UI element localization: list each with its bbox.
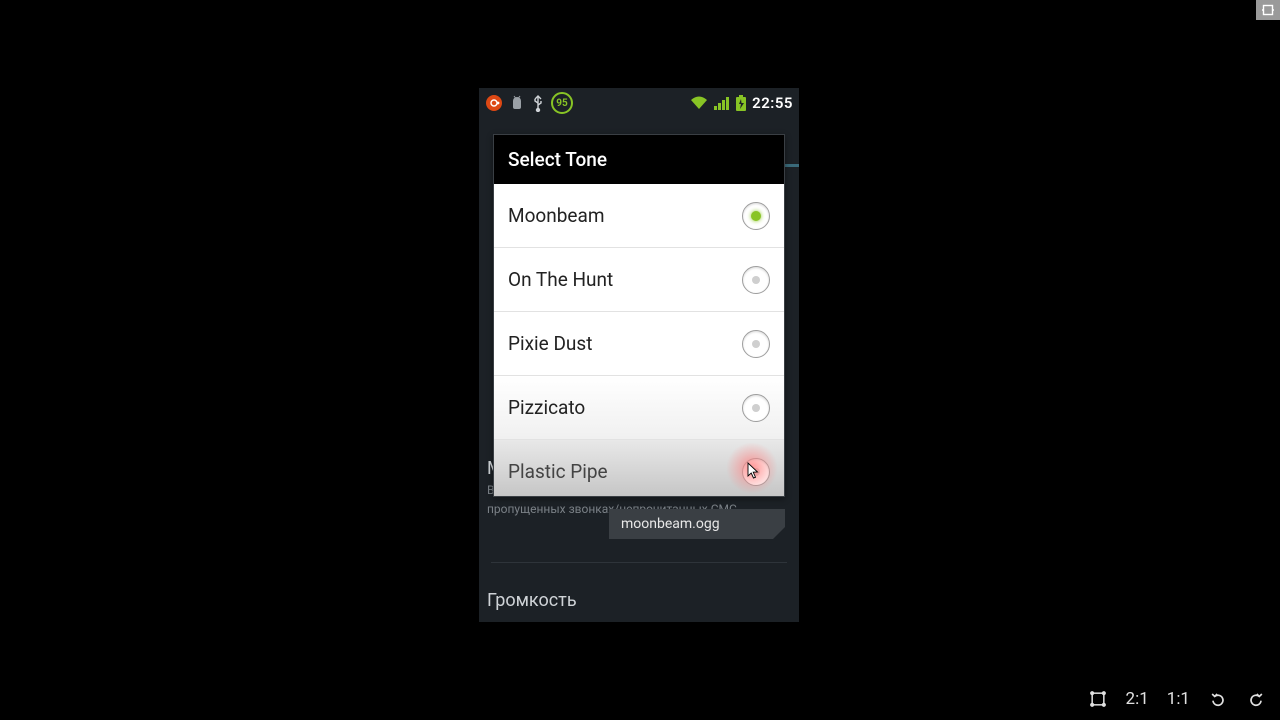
status-clock: 22:55 <box>752 94 793 112</box>
setting-row-volume[interactable]: Громкость <box>487 590 791 611</box>
tone-label: Pizzicato <box>508 396 585 419</box>
select-tone-dialog: Select Tone Moonbeam On The Hunt Pixie D… <box>493 134 785 497</box>
tone-list[interactable]: Moonbeam On The Hunt Pixie Dust Pizzicat… <box>494 184 784 496</box>
tone-item-plastic-pipe[interactable]: Plastic Pipe <box>494 440 784 496</box>
radio-icon[interactable] <box>742 458 770 486</box>
zoom-ratio-2-1[interactable]: 2:1 <box>1126 689 1149 709</box>
ubuntu-icon <box>485 94 503 112</box>
tone-item-moonbeam[interactable]: Moonbeam <box>494 184 784 248</box>
battery-charging-icon <box>736 95 746 111</box>
rotate-right-icon[interactable] <box>1246 689 1266 709</box>
tone-label: Pixie Dust <box>508 332 592 355</box>
android-debug-icon <box>509 95 525 111</box>
setting-title: Громкость <box>487 590 791 611</box>
signal-icon <box>714 96 730 110</box>
tooltip: moonbeam.ogg <box>609 509 785 539</box>
tone-label: Plastic Pipe <box>508 460 608 483</box>
radio-icon[interactable] <box>742 330 770 358</box>
radio-icon[interactable] <box>742 202 770 230</box>
tooltip-text: moonbeam.ogg <box>621 516 720 532</box>
tone-label: Moonbeam <box>508 204 605 227</box>
tone-item-on-the-hunt[interactable]: On The Hunt <box>494 248 784 312</box>
tone-item-pixie-dust[interactable]: Pixie Dust <box>494 312 784 376</box>
radio-icon[interactable] <box>742 266 770 294</box>
fit-to-window-icon[interactable] <box>1088 689 1108 709</box>
battery-percent-icon: 95 <box>551 92 573 114</box>
wifi-icon <box>690 96 708 110</box>
device-screen: 95 22:55 Предпочтения Мелодия Выберите м… <box>479 88 799 622</box>
dialog-title: Select Tone <box>494 135 784 184</box>
window-restore-button[interactable] <box>1256 0 1280 20</box>
usb-icon <box>531 94 545 112</box>
battery-percent-value: 95 <box>556 98 567 109</box>
status-bar: 95 22:55 <box>479 88 799 118</box>
host-controls: 2:1 1:1 <box>1074 678 1280 720</box>
tone-item-pizzicato[interactable]: Pizzicato <box>494 376 784 440</box>
tone-label: On The Hunt <box>508 268 613 291</box>
radio-icon[interactable] <box>742 394 770 422</box>
divider <box>491 562 787 563</box>
zoom-ratio-1-1[interactable]: 1:1 <box>1167 689 1190 709</box>
rotate-left-icon[interactable] <box>1208 689 1228 709</box>
